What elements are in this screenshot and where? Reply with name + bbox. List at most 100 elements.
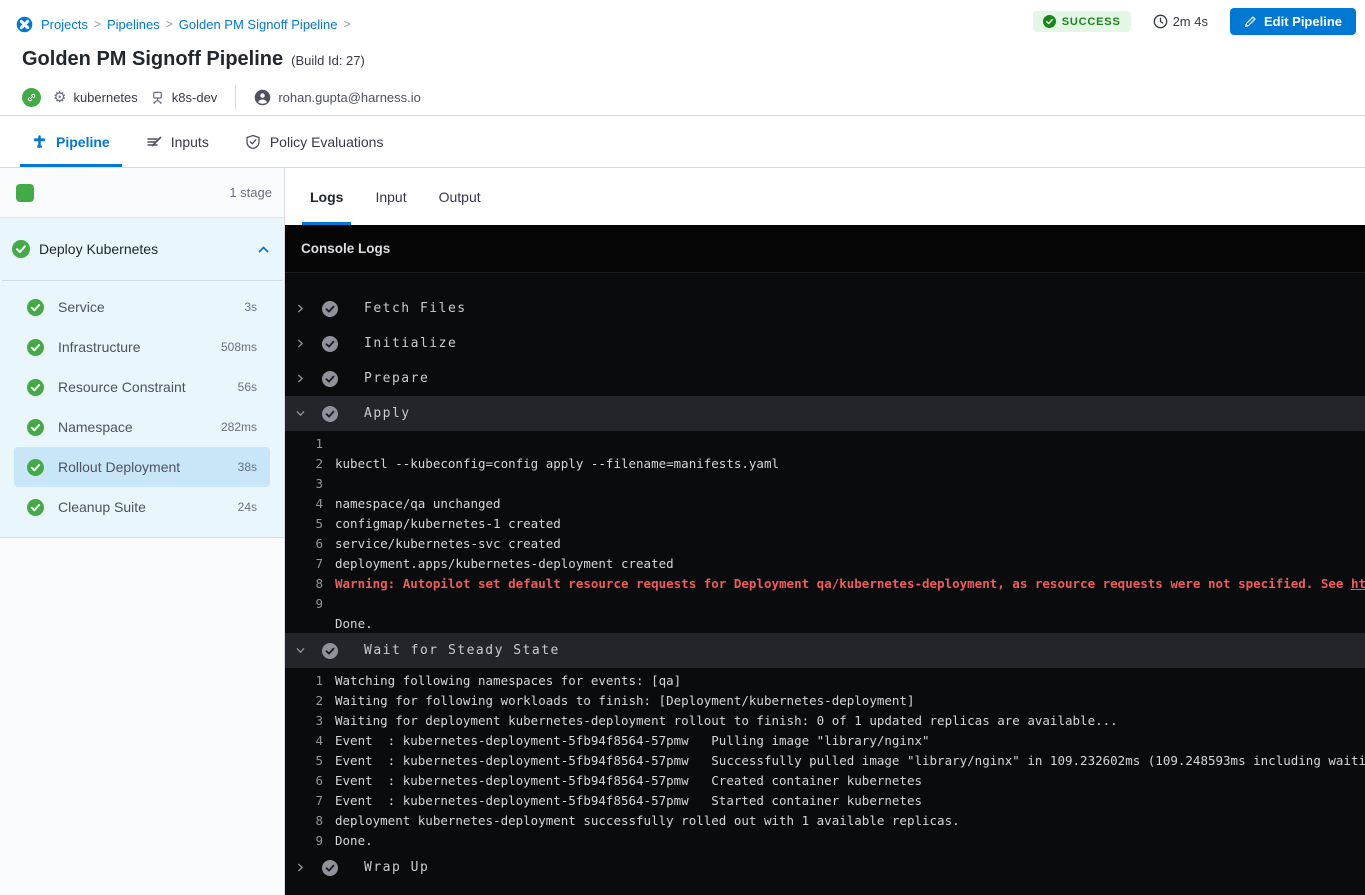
breadcrumb: Projects > Pipelines > Golden PM Signoff…	[16, 14, 1349, 34]
tab-inputs[interactable]: Inputs	[134, 116, 221, 167]
pencil-icon	[1244, 15, 1257, 28]
log-tab-output[interactable]: Output	[431, 168, 489, 225]
log-line: 1	[285, 433, 1365, 453]
step-success-check-icon	[27, 499, 44, 516]
step-list: Service3sInfrastructure508msResource Con…	[0, 287, 284, 527]
log-tab-label: Logs	[310, 189, 343, 205]
log-section-apply[interactable]: Apply	[285, 396, 1365, 431]
stage-success-check-icon	[12, 240, 30, 258]
log-section-prepare[interactable]: Prepare	[285, 361, 1365, 396]
edit-pipeline-label: Edit Pipeline	[1264, 14, 1342, 29]
section-success-check-icon	[322, 406, 338, 422]
chevron-up-icon[interactable]	[257, 243, 270, 256]
log-line: 5configmap/kubernetes-1 created	[285, 513, 1365, 533]
log-line: 9Done.	[285, 830, 1365, 850]
sidebar-step-namespace[interactable]: Namespace282ms	[14, 407, 270, 447]
log-line-number: 1	[285, 673, 323, 688]
step-name-label: Namespace	[58, 419, 221, 435]
page-header: Projects > Pipelines > Golden PM Signoff…	[0, 0, 1365, 115]
log-line-number: 7	[285, 556, 323, 571]
execution-duration: 2m 4s	[1153, 14, 1208, 29]
environment-name: k8s-dev	[172, 90, 218, 105]
section-title-label: Fetch Files	[364, 301, 467, 316]
section-title-label: Wrap Up	[364, 860, 429, 875]
log-line-text: namespace/qa unchanged	[335, 496, 501, 511]
log-section-initialize[interactable]: Initialize	[285, 326, 1365, 361]
log-line: 1Watching following namespaces for event…	[285, 670, 1365, 690]
log-line-number: 1	[285, 436, 323, 451]
log-tab-logs[interactable]: Logs	[302, 168, 351, 225]
environment-meta[interactable]: k8s-dev	[150, 90, 218, 105]
step-name-label: Cleanup Suite	[58, 499, 238, 515]
log-line-number: 5	[285, 753, 323, 768]
log-line-number: 5	[285, 516, 323, 531]
chevron-right-icon[interactable]	[295, 862, 306, 873]
vertical-divider	[235, 85, 236, 109]
breadcrumb-link-pipelines[interactable]: Pipelines	[107, 17, 160, 32]
section-title-label: Apply	[364, 406, 411, 421]
log-line-number: 8	[285, 576, 323, 591]
section-title-label: Wait for Steady State	[364, 643, 560, 658]
stage-status-square-icon	[16, 184, 34, 202]
tab-policy-evaluations[interactable]: Policy Evaluations	[233, 116, 396, 167]
log-line-text: Event : kubernetes-deployment-5fb94f8564…	[335, 753, 1365, 768]
console-logs-title: Console Logs	[285, 225, 1365, 273]
section-success-check-icon	[322, 860, 338, 876]
divider	[2, 280, 282, 281]
log-lines-apply: 1 2kubectl --kubeconfig=config apply --fi…	[285, 431, 1365, 633]
log-section-fetch-files[interactable]: Fetch Files	[285, 291, 1365, 326]
step-duration-label: 282ms	[221, 420, 257, 434]
log-lines-wait-for-steady-state: 1Watching following namespaces for event…	[285, 668, 1365, 850]
breadcrumb-separator: >	[94, 17, 101, 31]
sidebar-step-infrastructure[interactable]: Infrastructure508ms	[14, 327, 270, 367]
chevron-right-icon[interactable]	[295, 338, 306, 349]
stage-sidebar: 1 stage Deploy Kubernetes Service3sInfra…	[0, 168, 285, 895]
edit-pipeline-button[interactable]: Edit Pipeline	[1230, 8, 1356, 35]
sidebar-step-resource-constraint[interactable]: Resource Constraint56s	[14, 367, 270, 407]
section-title-label: Prepare	[364, 371, 429, 386]
log-line-text: Event : kubernetes-deployment-5fb94f8564…	[335, 773, 922, 788]
step-duration-label: 508ms	[221, 340, 257, 354]
breadcrumb-link-pipeline-name[interactable]: Golden PM Signoff Pipeline	[179, 17, 338, 32]
section-success-check-icon	[322, 301, 338, 317]
log-line-number: 9	[285, 833, 323, 848]
sidebar-step-service[interactable]: Service3s	[14, 287, 270, 327]
breadcrumb-link-projects[interactable]: Projects	[41, 17, 88, 32]
step-details-panel: Logs Input Output Console Logs Fetch Files…	[285, 168, 1365, 895]
log-section-wait-for-steady-state[interactable]: Wait for Steady State	[285, 633, 1365, 668]
build-id-label: (Build Id: 27)	[291, 53, 365, 68]
chevron-down-icon[interactable]	[295, 645, 306, 656]
user-avatar-icon	[254, 89, 271, 106]
log-section-wrap-up[interactable]: Wrap Up	[285, 850, 1365, 885]
sidebar-step-cleanup-suite[interactable]: Cleanup Suite24s	[14, 487, 270, 527]
log-tab-input[interactable]: Input	[367, 168, 414, 225]
log-line-number: 6	[285, 773, 323, 788]
step-success-check-icon	[27, 379, 44, 396]
log-line: 3	[285, 473, 1365, 493]
log-line: 2kubectl --kubeconfig=config apply --fil…	[285, 453, 1365, 473]
log-line-text: kubectl --kubeconfig=config apply --file…	[335, 456, 779, 471]
service-meta[interactable]: ⚙ kubernetes	[53, 90, 138, 105]
tab-inputs-label: Inputs	[171, 134, 209, 150]
stage-header-deploy-kubernetes[interactable]: Deploy Kubernetes	[0, 218, 284, 280]
warning-link[interactable]: http://g	[1351, 576, 1365, 591]
log-line-text: Done.	[335, 616, 373, 631]
sidebar-step-rollout-deployment[interactable]: Rollout Deployment38s	[14, 447, 270, 487]
console: Console Logs Fetch Files Initialize Prepar…	[285, 225, 1365, 895]
clock-icon	[1153, 14, 1168, 29]
chevron-right-icon[interactable]	[295, 303, 306, 314]
log-line-number: 4	[285, 496, 323, 511]
step-duration-label: 24s	[238, 500, 257, 514]
duration-label: 2m 4s	[1173, 14, 1208, 29]
log-line: 6 Event : kubernetes-deployment-5fb94f856…	[285, 770, 1365, 790]
tab-pipeline[interactable]: Pipeline	[20, 116, 122, 167]
main-tab-bar: Pipeline Inputs Policy Evaluations	[0, 115, 1365, 168]
stage-summary-row: 1 stage	[0, 168, 284, 218]
step-success-check-icon	[27, 299, 44, 316]
log-line: 4 namespace/qa unchanged	[285, 493, 1365, 513]
triggered-by-meta: rohan.gupta@harness.io	[254, 89, 421, 106]
log-line: 5 Event : kubernetes-deployment-5fb94f856…	[285, 750, 1365, 770]
chevron-right-icon[interactable]	[295, 373, 306, 384]
section-success-check-icon	[322, 336, 338, 352]
chevron-down-icon[interactable]	[295, 408, 306, 419]
